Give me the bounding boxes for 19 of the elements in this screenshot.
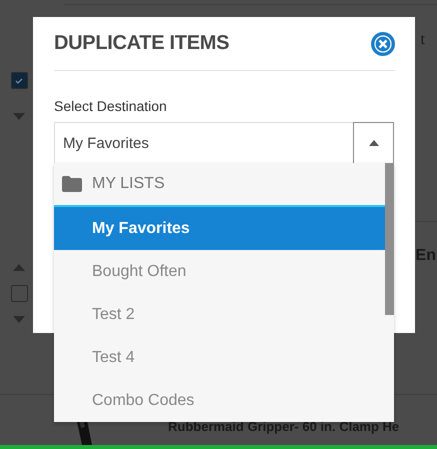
down-arrow-icon[interactable] [13,316,25,324]
dropdown-toggle[interactable] [353,122,394,164]
field-label: Select Destination [54,98,168,114]
scrollbar-thumb[interactable] [385,163,394,315]
close-icon[interactable] [370,30,396,56]
group-heading: MY LISTS [92,175,165,193]
dropdown-option[interactable]: My Favorites [54,207,385,250]
dialog-title: DUPLICATE ITEMS [54,32,230,55]
dropdown-option[interactable]: Combo Codes [54,379,385,422]
dropdown-option[interactable]: Test 2 [54,293,385,336]
check-icon [14,76,24,86]
dropdown-option[interactable]: Test 4 [54,336,385,379]
caret-icon [368,140,378,146]
folder-icon [62,176,82,192]
checkbox[interactable] [10,285,28,302]
up-arrow-icon[interactable] [13,264,25,272]
dropdown-option[interactable]: Bought Often [54,250,385,293]
down-arrow-icon[interactable] [13,113,25,120]
checkbox[interactable] [10,72,28,89]
